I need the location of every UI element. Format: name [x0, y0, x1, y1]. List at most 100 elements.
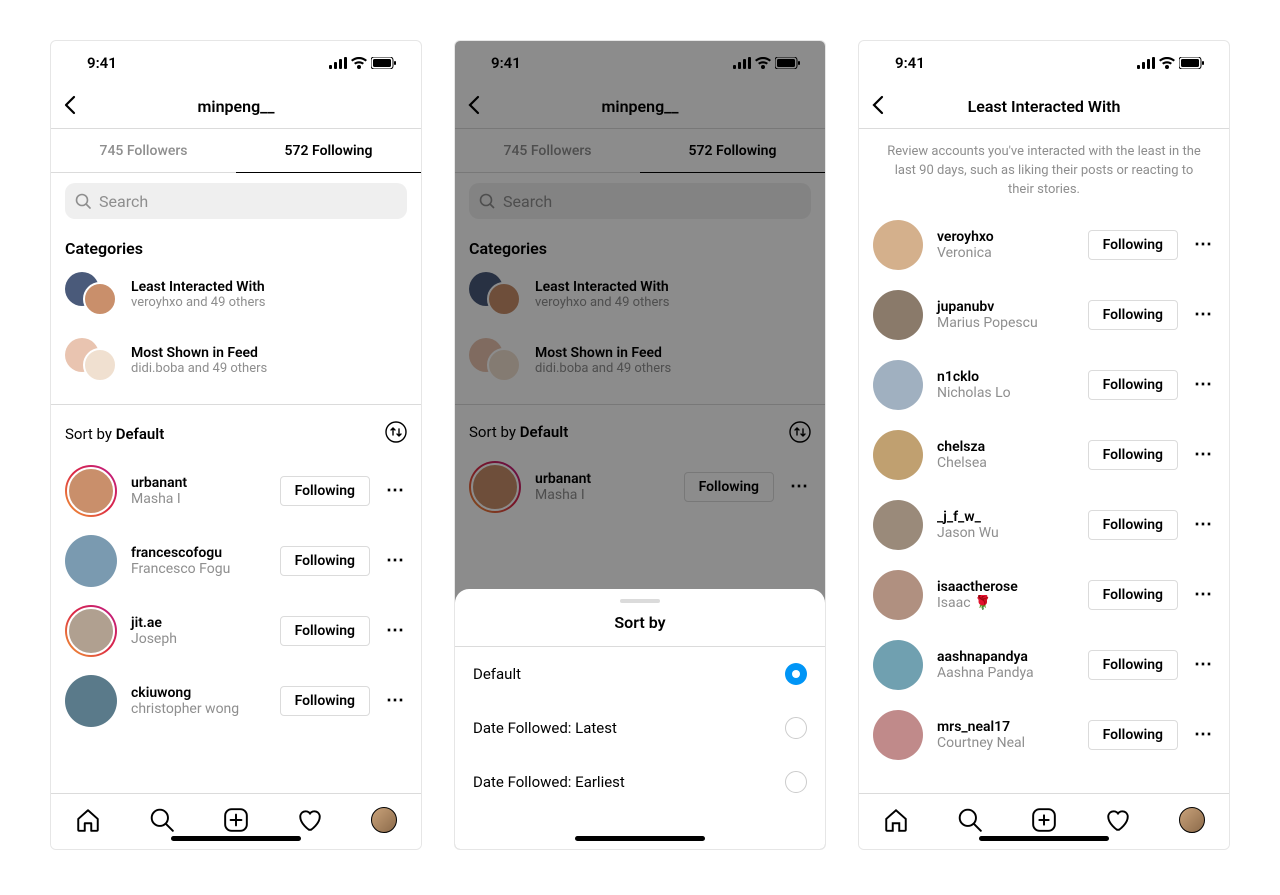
more-options-button[interactable]: ⋯	[384, 550, 407, 571]
following-button[interactable]: Following	[1088, 230, 1178, 260]
user-username[interactable]: jit.ae	[131, 615, 266, 631]
user-username[interactable]: isaactherose	[937, 579, 1074, 595]
status-time: 9:41	[895, 54, 925, 72]
user-username[interactable]: aashnapandya	[937, 649, 1074, 665]
user-username[interactable]: veroyhxo	[937, 229, 1074, 245]
user-row: francescofoguFrancesco FoguFollowing⋯	[65, 535, 407, 587]
nav-home[interactable]	[883, 807, 909, 837]
following-content: Search Categories Least Interacted With …	[51, 173, 421, 793]
user-displayname: Nicholas Lo	[937, 385, 1074, 401]
nav-activity[interactable]	[297, 807, 323, 837]
back-button[interactable]	[871, 95, 885, 119]
more-options-button[interactable]: ⋯	[1192, 584, 1215, 605]
nav-profile[interactable]	[371, 807, 397, 837]
user-avatar[interactable]	[873, 570, 923, 620]
user-row: chelszaChelsea Following ⋯	[859, 430, 1229, 480]
following-button[interactable]: Following	[280, 686, 370, 716]
following-button[interactable]: Following	[1088, 650, 1178, 680]
tab-following[interactable]: 572 Following	[236, 129, 421, 173]
user-displayname: Chelsea	[937, 455, 1074, 471]
back-button[interactable]	[63, 95, 77, 119]
following-button[interactable]: Following	[280, 616, 370, 646]
user-username[interactable]: urbanant	[131, 475, 266, 491]
sort-option[interactable]: Default	[455, 647, 825, 701]
user-avatar[interactable]	[873, 710, 923, 760]
following-button[interactable]: Following	[1088, 510, 1178, 540]
more-options-button[interactable]: ⋯	[1192, 654, 1215, 675]
sort-row: Sort by Default	[65, 421, 407, 447]
status-bar: 9:41	[51, 41, 421, 85]
nav-new-post[interactable]	[1031, 807, 1057, 837]
nav-activity[interactable]	[1105, 807, 1131, 837]
nav-search[interactable]	[957, 807, 983, 837]
sort-option[interactable]: Date Followed: Latest	[455, 701, 825, 755]
user-username[interactable]: ckiuwong	[131, 685, 266, 701]
search-icon	[149, 807, 175, 833]
nav-header: Least Interacted With	[859, 85, 1229, 129]
user-displayname: Veronica	[937, 245, 1074, 261]
user-avatar[interactable]	[65, 675, 117, 727]
user-displayname: Joseph	[131, 631, 266, 647]
user-username[interactable]: francescofogu	[131, 545, 266, 561]
following-button[interactable]: Following	[280, 476, 370, 506]
more-options-button[interactable]: ⋯	[1192, 234, 1215, 255]
user-avatar[interactable]	[65, 465, 117, 517]
user-username[interactable]: _j_f_w_	[937, 509, 1074, 525]
sheet-drag-handle[interactable]	[620, 599, 660, 603]
category-title: Least Interacted With	[131, 279, 265, 295]
sort-option-label: Date Followed: Earliest	[473, 773, 625, 791]
user-avatar[interactable]	[873, 360, 923, 410]
following-button[interactable]: Following	[1088, 300, 1178, 330]
nav-header: minpeng__	[51, 85, 421, 129]
following-button[interactable]: Following	[1088, 720, 1178, 750]
user-avatar[interactable]	[65, 535, 117, 587]
following-user-list: urbanantMasha IFollowing⋯francescofoguFr…	[65, 465, 407, 727]
more-options-button[interactable]: ⋯	[1192, 514, 1215, 535]
following-button[interactable]: Following	[280, 546, 370, 576]
more-options-button[interactable]: ⋯	[384, 480, 407, 501]
user-username[interactable]: mrs_neal17	[937, 719, 1074, 735]
more-options-button[interactable]: ⋯	[384, 620, 407, 641]
category-least-interacted[interactable]: Least Interacted With veroyhxo and 49 ot…	[65, 272, 407, 316]
user-avatar[interactable]	[873, 500, 923, 550]
sort-option[interactable]: Date Followed: Earliest	[455, 755, 825, 809]
following-button[interactable]: Following	[1088, 440, 1178, 470]
more-options-button[interactable]: ⋯	[384, 690, 407, 711]
radio-icon	[785, 663, 807, 685]
user-row: mrs_neal17Courtney NealFollowing⋯	[859, 710, 1229, 760]
user-username[interactable]: jupanubv	[937, 299, 1074, 315]
nav-new-post[interactable]	[223, 807, 249, 837]
tab-followers[interactable]: 745 Followers	[51, 129, 236, 172]
sort-toggle-button[interactable]	[385, 421, 407, 447]
user-row: isaactheroseIsaac 🌹Following⋯	[859, 570, 1229, 620]
user-username[interactable]: chelsza	[937, 439, 1074, 455]
user-row: jupanubvMarius PopescuFollowing⋯	[859, 290, 1229, 340]
user-row: n1ckloNicholas Lo Following ⋯	[859, 360, 1229, 410]
following-button[interactable]: Following	[1088, 370, 1178, 400]
more-options-button[interactable]: ⋯	[1192, 444, 1215, 465]
user-avatar[interactable]	[873, 220, 923, 270]
category-most-shown[interactable]: Most Shown in Feed didi.boba and 49 othe…	[65, 338, 407, 382]
more-options-button[interactable]: ⋯	[1192, 374, 1215, 395]
user-row: veroyhxoVeronica Following ⋯	[859, 220, 1229, 270]
user-avatar[interactable]	[65, 605, 117, 657]
followers-following-tabs: 745 Followers 572 Following	[51, 129, 421, 173]
nav-profile[interactable]	[1179, 807, 1205, 837]
user-avatar[interactable]	[873, 430, 923, 480]
header-username: minpeng__	[51, 97, 421, 116]
nav-search[interactable]	[149, 807, 175, 837]
nav-home[interactable]	[75, 807, 101, 837]
plus-square-icon	[1031, 807, 1057, 833]
user-avatar[interactable]	[873, 290, 923, 340]
sort-option-label: Date Followed: Latest	[473, 719, 617, 737]
user-username[interactable]: n1cklo	[937, 369, 1074, 385]
search-input[interactable]: Search	[65, 183, 407, 219]
radio-icon	[785, 771, 807, 793]
screen-following-list: 9:41 minpeng__ 745 Followers 572 Followi…	[50, 40, 422, 850]
more-options-button[interactable]: ⋯	[1192, 304, 1215, 325]
user-avatar[interactable]	[873, 640, 923, 690]
more-options-button[interactable]: ⋯	[1192, 724, 1215, 745]
divider	[51, 404, 421, 405]
following-button[interactable]: Following	[1088, 580, 1178, 610]
status-bar: 9:41	[859, 41, 1229, 85]
